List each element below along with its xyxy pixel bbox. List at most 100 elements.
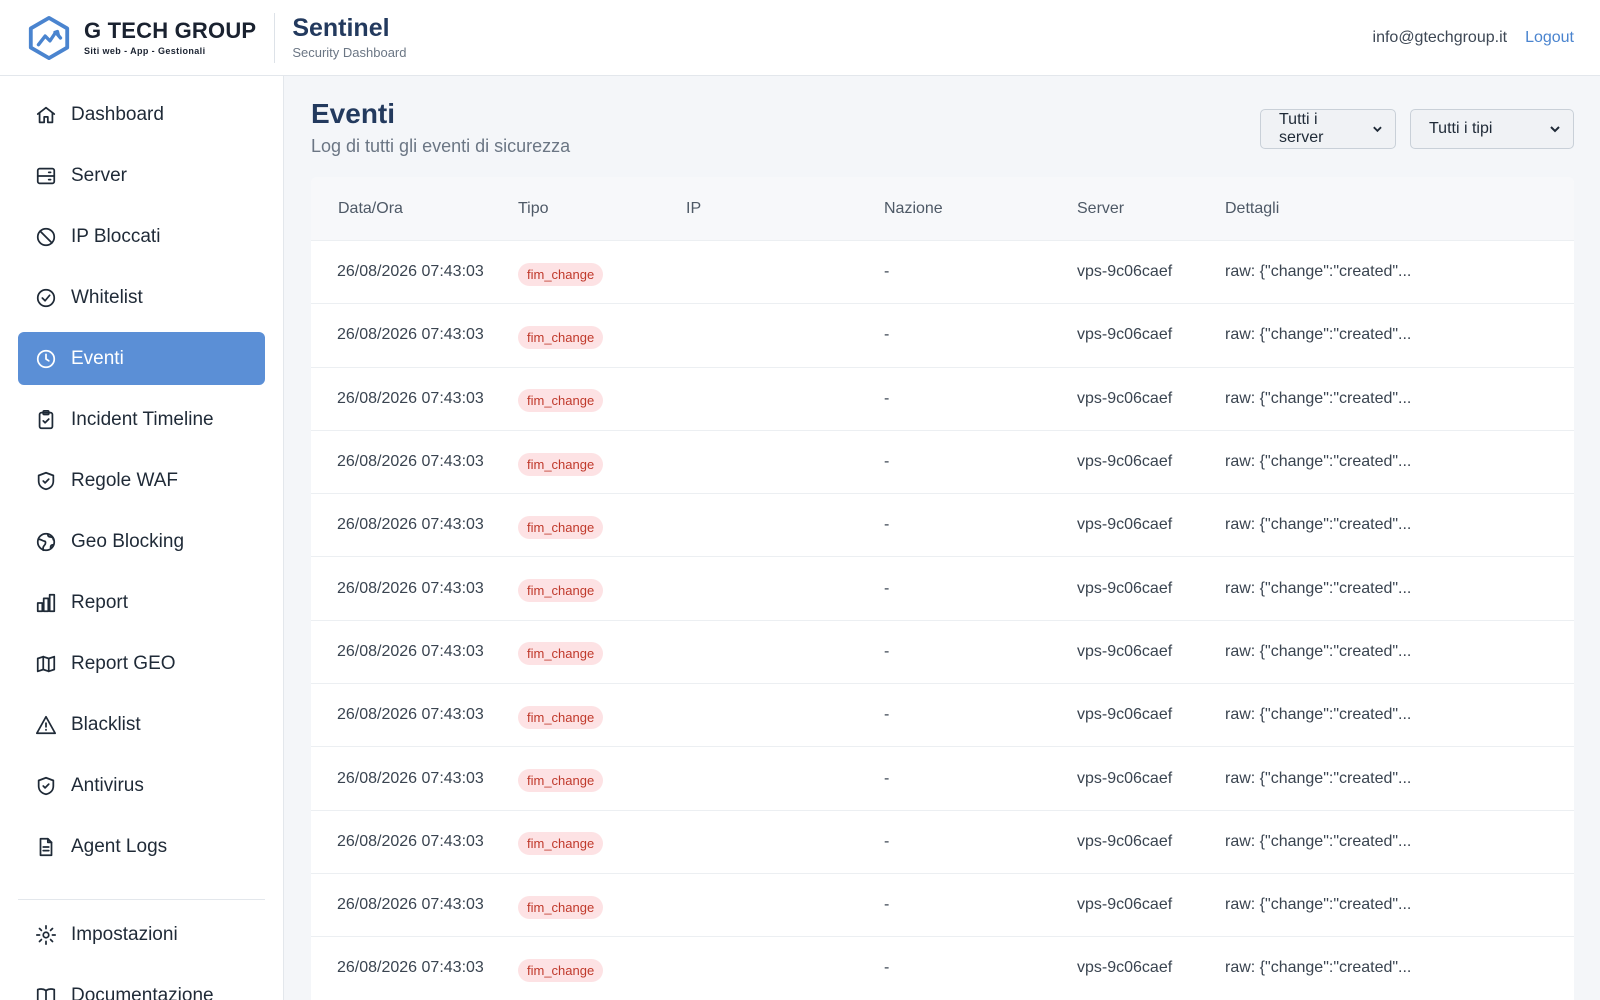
type-badge: fim_change [518,515,604,539]
sidebar-item-report[interactable]: Report [18,576,265,629]
brand-name: G TECH GROUP [84,17,257,43]
sidebar-item-label: Documentazione [71,984,214,1000]
sidebar-item-documentazione[interactable]: Documentazione [18,969,265,1000]
server-icon [36,167,56,184]
col-header-ip[interactable]: IP [686,200,884,218]
cell-details: raw: {"change":"created"... [1225,579,1412,597]
cell-type: fim_change [517,702,686,729]
cell-details: raw: {"change":"created"... [1225,896,1412,914]
table-row[interactable]: 26/08/2026 07:43:03 fim_change - vps-9c0… [311,304,1574,368]
cell-details: raw: {"change":"created"... [1225,516,1412,534]
cell-type: fim_change [517,638,686,666]
col-header-server[interactable]: Server [1077,200,1225,218]
table-row[interactable]: 26/08/2026 07:43:03 fim_change - vps-9c0… [311,494,1574,558]
sidebar: Dashboard Server IP Bloccati Whitelist E… [0,76,284,1000]
table-row[interactable]: 26/08/2026 07:43:03 fim_change - vps-9c0… [311,368,1574,431]
server-filter-select[interactable]: Tutti i server [1260,109,1396,149]
table-header: Data/Ora Tipo IP Nazione Server Dettagli [311,177,1574,241]
sidebar-item-label: IP Bloccati [71,225,161,247]
sidebar-item-label: Incident Timeline [71,408,214,430]
table-row[interactable]: 26/08/2026 07:43:03 fim_change - vps-9c0… [311,811,1574,874]
sidebar-item-agent-logs[interactable]: Agent Logs [18,820,265,873]
table-row[interactable]: 26/08/2026 07:43:03 fim_change - vps-9c0… [311,874,1574,938]
cell-server: vps-9c06caef [1077,263,1173,281]
sidebar-item-label: Geo Blocking [71,530,185,552]
cell-type: fim_change [517,259,686,286]
cell-date: 26/08/2026 07:43:03 [337,642,484,660]
sidebar-item-antivirus[interactable]: Antivirus [18,759,265,812]
col-header-nation[interactable]: Nazione [884,200,1077,218]
cell-server: vps-9c06caef [1077,453,1173,471]
cell-date: 26/08/2026 07:43:03 [337,959,484,977]
cell-details: raw: {"change":"created"... [1225,263,1412,281]
bar-chart-icon [36,593,56,612]
table-row[interactable]: 26/08/2026 07:43:03 fim_change - vps-9c0… [311,684,1574,748]
cell-type: fim_change [517,955,686,982]
type-badge: fim_change [518,325,604,349]
cell-details: raw: {"change":"created"... [1225,389,1412,407]
logout-link[interactable]: Logout [1525,29,1574,47]
clipboard-check-icon [38,409,54,429]
cell-type: fim_change [517,892,686,919]
cell-details: raw: {"change":"created"... [1225,642,1412,660]
type-filter-select[interactable]: Tutti i tipi [1410,109,1574,149]
cell-type: fim_change [517,828,686,856]
cell-nation: - [884,959,890,977]
sidebar-item-label: Server [71,164,127,186]
table-row[interactable]: 26/08/2026 07:43:03 fim_change - vps-9c0… [311,241,1574,305]
server-filter-value: Tutti i server [1279,111,1324,146]
sidebar-item-eventi[interactable]: Eventi [18,332,265,385]
brand-tagline: Siti web - App - Gestionali [84,45,206,56]
cell-nation: - [884,706,890,724]
type-badge: fim_change [518,895,604,919]
col-header-type[interactable]: Tipo [517,200,686,218]
page-title: Eventi [311,98,396,129]
sidebar-item-incident-timeline[interactable]: Incident Timeline [18,393,265,446]
table-row[interactable]: 26/08/2026 07:43:03 fim_change - vps-9c0… [311,747,1574,811]
sidebar-item-ip-bloccati[interactable]: IP Bloccati [18,210,265,263]
sidebar-item-geo-blocking[interactable]: Geo Blocking [18,515,265,568]
cell-server: vps-9c06caef [1077,389,1173,407]
table-row[interactable]: 26/08/2026 07:43:03 fim_change - vps-9c0… [311,937,1574,1000]
cell-details: raw: {"change":"created"... [1225,326,1412,344]
type-badge: fim_change [518,452,604,476]
sidebar-item-regole-waf[interactable]: Regole WAF [18,454,265,507]
sidebar-item-label: Regole WAF [71,469,178,491]
sidebar-item-whitelist[interactable]: Whitelist [18,271,265,324]
col-header-date[interactable]: Data/Ora [311,200,517,218]
sidebar-item-label: Report [71,591,129,613]
table-row[interactable]: 26/08/2026 07:43:03 fim_change - vps-9c0… [311,621,1574,685]
cell-nation: - [884,579,890,597]
cell-server: vps-9c06caef [1077,959,1173,977]
sidebar-divider [18,899,265,900]
sidebar-item-label: Dashboard [71,103,164,125]
ban-icon [36,227,56,246]
col-header-details[interactable]: Dettagli [1225,200,1574,218]
type-badge: fim_change [518,262,604,286]
sidebar-item-blacklist[interactable]: Blacklist [18,698,265,751]
top-header: G TECH GROUP Siti web - App - Gestionali… [0,0,1600,76]
cell-date: 26/08/2026 07:43:03 [337,389,484,407]
table-row[interactable]: 26/08/2026 07:43:03 fim_change - vps-9c0… [311,557,1574,621]
home-icon [36,106,56,123]
sidebar-item-dashboard[interactable]: Dashboard [18,88,265,141]
cell-nation: - [884,769,890,787]
map-icon [36,655,56,672]
table-body: 26/08/2026 07:43:03 fim_change - vps-9c0… [311,241,1574,1000]
sidebar-item-impostazioni[interactable]: Impostazioni [18,908,265,961]
warning-icon [35,715,57,734]
cell-nation: - [884,516,890,534]
sidebar-item-server[interactable]: Server [18,149,265,202]
sidebar-item-report-geo[interactable]: Report GEO [18,637,265,690]
cell-date: 26/08/2026 07:43:03 [337,453,484,471]
type-badge: fim_change [518,642,604,666]
brand[interactable]: G TECH GROUP Siti web - App - Gestionali [0,0,256,75]
cell-nation: - [884,389,890,407]
cell-server: vps-9c06caef [1077,706,1173,724]
sidebar-item-label: Antivirus [71,774,144,796]
chevron-down-icon [1373,126,1382,133]
cell-server: vps-9c06caef [1077,579,1173,597]
table-row[interactable]: 26/08/2026 07:43:03 fim_change - vps-9c0… [311,431,1574,495]
app-subtitle: Security Dashboard [292,44,407,60]
filters: Tutti i server Tutti i tipi [1260,109,1574,149]
